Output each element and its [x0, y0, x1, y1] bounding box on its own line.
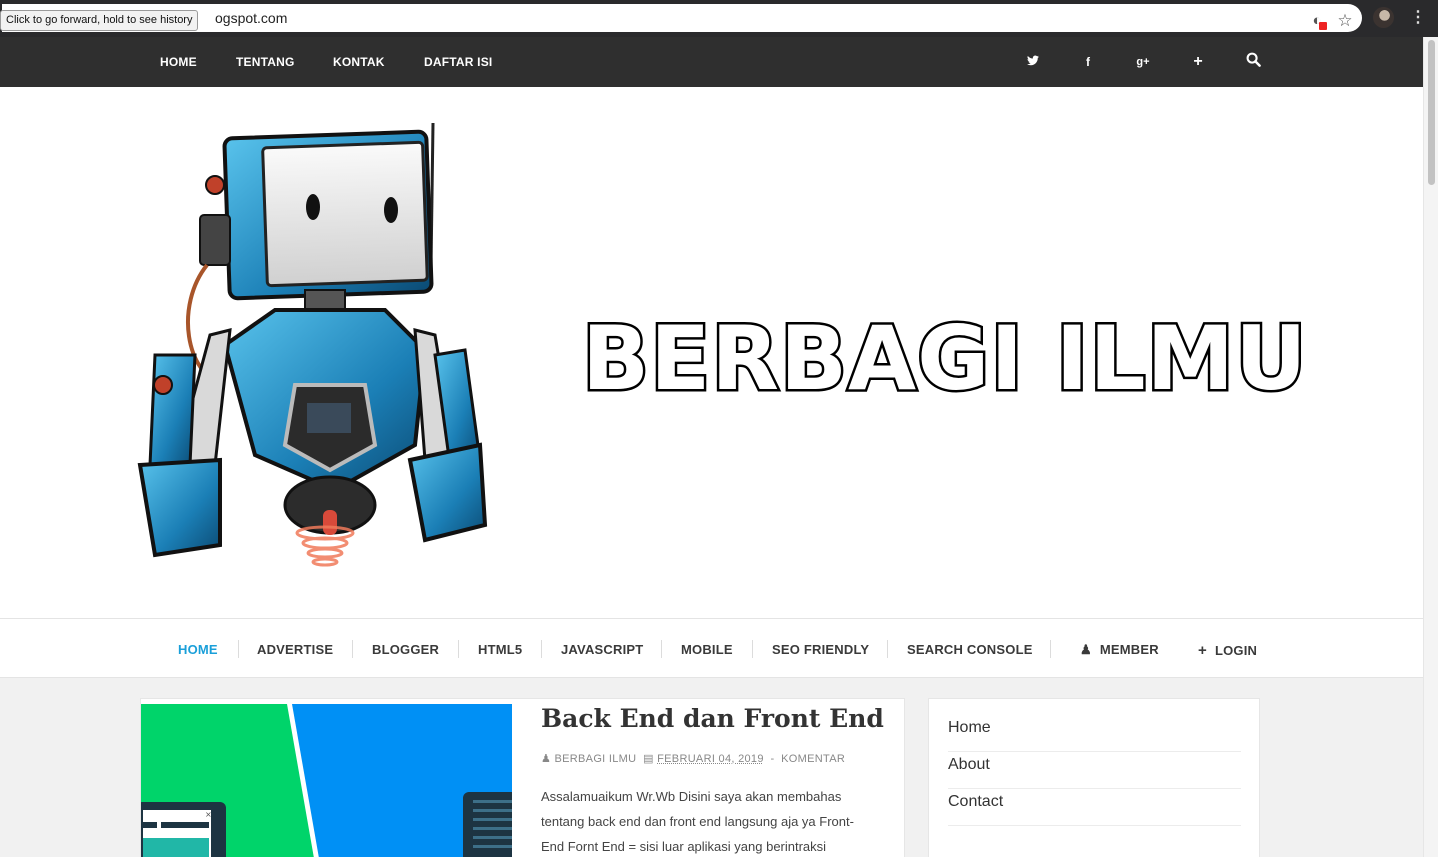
post-date[interactable]: FEBRUARI 04, 2019 — [657, 753, 764, 765]
topnav-home[interactable]: HOME — [160, 55, 197, 69]
sidebar-pages-widget: Home About Contact — [928, 698, 1260, 857]
post-comments-link[interactable]: KOMENTAR — [781, 753, 845, 765]
forward-tooltip: Click to go forward, hold to see history — [0, 10, 199, 31]
site-header: BERBAGI ILMU — [0, 87, 1423, 618]
google-plus-icon[interactable]: g+ — [1133, 52, 1153, 72]
cat-divider — [887, 640, 888, 658]
extension-icon[interactable]: ◐ — [1308, 12, 1327, 30]
address-bar[interactable]: ogspot.com ◐ ☆ — [2, 4, 1362, 32]
page-scrollbar[interactable] — [1423, 37, 1438, 857]
cat-divider — [541, 640, 542, 658]
login-label: LOGIN — [1214, 643, 1258, 658]
user-icon: ♟ — [1080, 642, 1092, 657]
cat-html5[interactable]: HTML5 — [478, 642, 522, 657]
brand-title[interactable]: BERBAGI ILMU — [580, 312, 1310, 405]
user-icon: ♟ — [541, 753, 552, 765]
topnav-daftar-isi[interactable]: DAFTAR ISI — [424, 55, 492, 69]
cat-divider — [752, 640, 753, 658]
cat-divider — [458, 640, 459, 658]
sidebar-link-home[interactable]: Home — [948, 715, 1241, 752]
calendar-icon: ▤ — [643, 753, 654, 765]
cat-blogger[interactable]: BLOGGER — [372, 642, 439, 657]
cat-mobile[interactable]: MOBILE — [681, 642, 733, 657]
meta-separator: - — [770, 753, 775, 765]
web-page: HOME TENTANG KONTAK DAFTAR ISI f g+ + BE… — [0, 37, 1423, 857]
sidebar-link-about[interactable]: About — [948, 752, 1241, 789]
bookmark-star-icon[interactable]: ☆ — [1336, 12, 1354, 30]
cat-divider — [661, 640, 662, 658]
facebook-icon[interactable]: f — [1078, 52, 1098, 72]
search-icon[interactable] — [1243, 52, 1263, 72]
login-link[interactable]: + LOGIN — [1198, 642, 1257, 659]
topnav-kontak[interactable]: KONTAK — [333, 55, 385, 69]
profile-avatar[interactable] — [1373, 7, 1394, 28]
scrollbar-thumb[interactable] — [1428, 40, 1435, 185]
menu-dots-icon[interactable]: ⋮ — [1410, 8, 1426, 28]
member-label: MEMBER — [1099, 642, 1159, 657]
post-thumbnail[interactable]: × — [141, 704, 512, 857]
topnav-tentang[interactable]: TENTANG — [236, 55, 295, 69]
member-link[interactable]: ♟ MEMBER — [1080, 642, 1159, 658]
url-text[interactable]: ogspot.com — [215, 10, 287, 26]
post-author[interactable]: BERBAGI ILMU — [555, 753, 637, 765]
plus-icon: + — [1198, 642, 1207, 659]
post-meta: ♟ BERBAGI ILMU ▤ FEBRUARI 04, 2019 - KOM… — [541, 752, 845, 765]
cat-seo-friendly[interactable]: SEO FRIENDLY — [772, 642, 869, 657]
cat-search-console[interactable]: SEARCH CONSOLE — [907, 642, 1033, 657]
cat-javascript[interactable]: JAVASCRIPT — [561, 642, 643, 657]
post-title[interactable]: Back End dan Front End — [541, 704, 884, 733]
cat-divider — [238, 640, 239, 658]
post-card: × Back End dan Front End ♟ BERBAGI ILMU … — [140, 698, 905, 857]
category-navigation: HOME ADVERTISE BLOGGER HTML5 JAVASCRIPT … — [0, 618, 1423, 678]
top-navigation: HOME TENTANG KONTAK DAFTAR ISI f g+ + — [0, 37, 1423, 87]
robot-mascot-logo[interactable] — [135, 115, 495, 575]
browser-toolbar: ogspot.com ◐ ☆ Click to go forward, hold… — [0, 0, 1438, 37]
svg-text:×: × — [205, 810, 212, 819]
post-excerpt: Assalamuaikum Wr.Wb Disini saya akan mem… — [541, 789, 854, 854]
cat-home[interactable]: HOME — [178, 642, 218, 657]
sidebar-link-contact[interactable]: Contact — [948, 789, 1241, 826]
content-area: × Back End dan Front End ♟ BERBAGI ILMU … — [0, 678, 1423, 857]
cat-divider — [1050, 640, 1051, 658]
cat-advertise[interactable]: ADVERTISE — [257, 642, 333, 657]
twitter-icon[interactable] — [1023, 52, 1043, 72]
plus-icon[interactable]: + — [1188, 52, 1208, 72]
cat-divider — [352, 640, 353, 658]
